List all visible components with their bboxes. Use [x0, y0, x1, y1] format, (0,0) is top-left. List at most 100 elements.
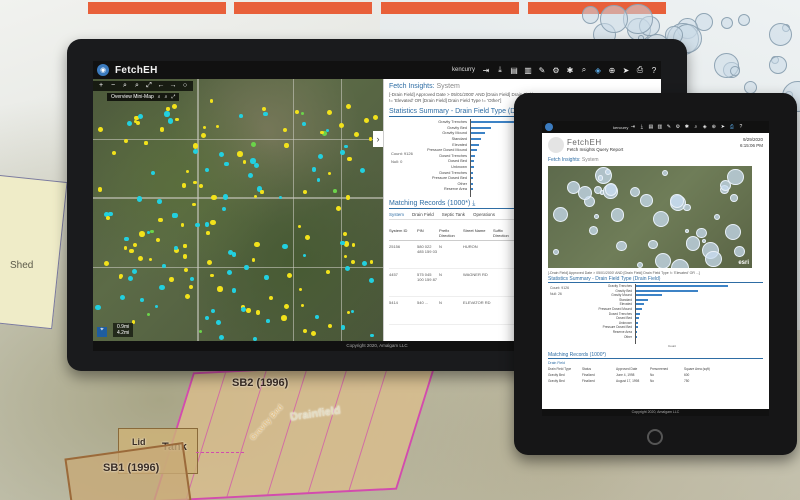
map-point-marker[interactable] — [95, 304, 101, 311]
map-point-marker[interactable] — [326, 270, 330, 275]
map-point-marker[interactable] — [284, 143, 289, 148]
map-point-marker[interactable] — [305, 234, 310, 240]
map-point-marker[interactable] — [350, 259, 356, 264]
map-point-marker[interactable] — [264, 275, 269, 280]
map-point-marker[interactable] — [211, 195, 217, 201]
map-point-marker[interactable] — [286, 273, 292, 279]
map-point-marker[interactable] — [368, 137, 373, 141]
home-button[interactable] — [647, 429, 663, 445]
map-point-marker[interactable] — [124, 138, 129, 143]
map-point-marker[interactable] — [175, 117, 179, 122]
map-point-marker[interactable] — [210, 273, 215, 278]
map-point-marker[interactable] — [227, 270, 233, 275]
map-point-marker[interactable] — [282, 244, 288, 250]
help-icon[interactable]: ? — [736, 124, 745, 130]
map-point-marker[interactable] — [320, 130, 324, 134]
map-point-marker[interactable] — [210, 219, 216, 226]
layers-icon[interactable]: ◈ — [591, 66, 605, 75]
table-row[interactable]: Gravity Bed Finalized June 4, 1998 No 60… — [548, 373, 763, 377]
map-point-marker[interactable] — [232, 288, 237, 293]
map-point-marker[interactable] — [369, 260, 373, 264]
map-point-marker[interactable] — [209, 99, 214, 103]
map-point-marker[interactable] — [195, 223, 200, 228]
map-point-marker[interactable] — [340, 150, 345, 155]
map-point-marker[interactable] — [184, 267, 189, 272]
table-row[interactable]: Gravity Bed Finalized August 17, 1998 No… — [548, 379, 763, 383]
map-point-marker[interactable] — [283, 127, 288, 132]
map-point-marker[interactable] — [237, 151, 243, 157]
tab-system[interactable]: System — [389, 212, 404, 217]
map-point-marker[interactable] — [185, 293, 191, 299]
map-point-marker[interactable] — [316, 177, 321, 182]
map-point-marker[interactable] — [128, 275, 134, 281]
map-point-marker[interactable] — [150, 229, 154, 234]
map-point-marker[interactable] — [219, 334, 225, 341]
map-point-marker[interactable] — [169, 277, 174, 282]
map-point-marker[interactable] — [202, 126, 206, 130]
zoom-box-out-icon[interactable]: ⌕ — [132, 82, 142, 90]
map-point-marker[interactable] — [204, 315, 210, 321]
map-point-marker[interactable] — [189, 277, 194, 282]
map-point-marker[interactable] — [222, 206, 227, 211]
map-point-marker[interactable] — [340, 325, 346, 330]
map-point-marker[interactable] — [317, 154, 323, 160]
map-point-marker[interactable] — [118, 274, 123, 279]
wrench-icon[interactable]: ✱ — [563, 66, 577, 75]
forward-arrow-icon[interactable]: → — [168, 82, 178, 90]
map-point-marker[interactable] — [133, 242, 137, 247]
map-point-marker[interactable] — [119, 294, 126, 300]
map-point-marker[interactable] — [327, 323, 333, 329]
map-point-marker[interactable] — [207, 259, 213, 265]
map-point-marker[interactable] — [159, 285, 165, 291]
map-point-marker[interactable] — [183, 254, 188, 259]
map-point-marker[interactable] — [158, 217, 163, 223]
map-point-marker[interactable] — [216, 124, 220, 129]
map-point-marker[interactable] — [150, 170, 156, 176]
gear-icon[interactable]: ⚙ — [549, 66, 563, 75]
map-point-marker[interactable] — [180, 222, 185, 227]
tab-septic-tank[interactable]: Septic Tank — [442, 212, 465, 217]
user-name[interactable]: kencurry — [613, 125, 628, 130]
layers-icon[interactable]: ◈ — [700, 124, 709, 130]
map-point-marker[interactable] — [104, 261, 110, 267]
refresh-icon[interactable]: ○ — [180, 82, 190, 90]
map-point-marker[interactable] — [140, 298, 144, 302]
zoom-in-icon[interactable]: + — [96, 82, 106, 90]
map-point-marker[interactable] — [186, 169, 190, 173]
map-point-marker[interactable] — [146, 231, 150, 235]
map-point-marker[interactable] — [240, 306, 246, 312]
map-point-marker[interactable] — [344, 145, 348, 149]
map-point-marker[interactable] — [218, 152, 224, 158]
table-icon[interactable]: ▤ — [507, 66, 521, 75]
print-icon[interactable]: ⎙ — [633, 65, 647, 75]
map-point-marker[interactable] — [126, 120, 132, 126]
map-point-marker[interactable] — [333, 188, 337, 193]
map-point-marker[interactable] — [354, 131, 360, 137]
overview-minimap-bar[interactable]: Overview Mini-Map ⌕ ⌕ ⤢ — [107, 93, 180, 101]
map-point-marker[interactable] — [244, 264, 249, 270]
map-point-marker[interactable] — [343, 254, 348, 258]
expand-icon[interactable]: ⤢ — [171, 94, 175, 100]
map-point-marker[interactable] — [215, 320, 221, 325]
map-point-marker[interactable] — [147, 313, 151, 317]
search-icon[interactable]: ⌕ — [158, 94, 161, 100]
map-point-marker[interactable] — [198, 183, 204, 188]
map-point-marker[interactable] — [373, 114, 379, 121]
edit-icon[interactable]: ✎ — [535, 66, 549, 75]
map-point-marker[interactable] — [340, 240, 346, 246]
globe-icon[interactable]: ⊕ — [709, 124, 718, 130]
search-icon[interactable]: ⌕ — [577, 65, 591, 75]
map-point-marker[interactable] — [108, 211, 113, 217]
wrench-icon[interactable]: ✱ — [682, 124, 691, 130]
chevron-right-icon[interactable]: › — [373, 131, 383, 147]
map-point-marker[interactable] — [299, 287, 303, 291]
map-point-marker[interactable] — [345, 104, 351, 110]
map-point-marker[interactable] — [157, 198, 162, 204]
map-point-marker[interactable] — [222, 194, 229, 200]
map-point-marker[interactable] — [242, 160, 246, 164]
map-point-marker[interactable] — [253, 163, 259, 169]
map-point-marker[interactable] — [347, 156, 352, 161]
map-point-marker[interactable] — [162, 263, 166, 268]
map-point-marker[interactable] — [303, 329, 308, 334]
map-point-marker[interactable] — [303, 190, 307, 194]
